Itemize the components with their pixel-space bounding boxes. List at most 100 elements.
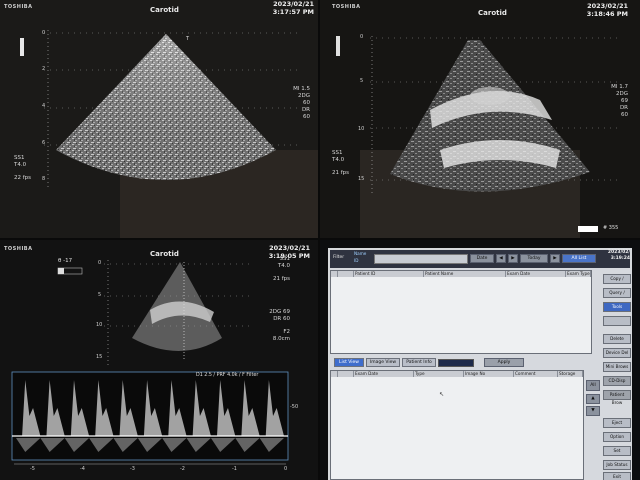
param: SS1 (332, 150, 343, 156)
column-header[interactable] (338, 371, 354, 377)
date: 2023/02/21 (587, 2, 628, 10)
tab-patient-info[interactable]: Patient Info (402, 358, 436, 367)
param: T4.0 (14, 162, 27, 168)
time-tick: -5 (30, 466, 35, 472)
id-radio[interactable]: ID (354, 258, 358, 263)
side-button-query[interactable]: Query / (603, 288, 631, 298)
param: 2DG (298, 93, 310, 99)
column-header[interactable] (331, 371, 338, 377)
side-button-eject[interactable]: Eject (603, 418, 631, 428)
param: MI 1.5 (293, 86, 310, 92)
imaging-params-left: SS1 T4.0 22 fps (14, 155, 31, 182)
column-header[interactable]: Exam Type (566, 271, 591, 277)
depth-tick: 6 (42, 140, 46, 146)
column-header[interactable]: Image No (464, 371, 514, 377)
today-button[interactable]: Today (520, 254, 548, 263)
column-header[interactable]: Storage (558, 371, 583, 377)
time: 3:18:46 PM (586, 10, 628, 18)
date: 2023/02/21 (269, 244, 310, 252)
preset-title: Carotid (150, 6, 179, 14)
time-tick: -1 (232, 466, 237, 472)
scroll-down-button[interactable]: ▼ (586, 406, 600, 416)
column-header[interactable]: Exam Date (354, 371, 414, 377)
imaging-params-right: SS1 T4.0 21 fps 2DG 69 DR 60 F2 8.0cm (269, 256, 290, 343)
side-button-set[interactable]: Set (603, 446, 631, 456)
column-header[interactable]: Type (414, 371, 464, 377)
patient-list-table[interactable]: Patient ID Patient Name Exam Date Exam T… (330, 270, 592, 354)
depth-tick: 5 (360, 78, 364, 84)
apply-button[interactable]: Apply (484, 358, 524, 367)
side-button-job-status[interactable]: Job Status (603, 460, 631, 470)
all-button[interactable]: All (586, 380, 600, 391)
scroll-up-button[interactable]: ▲ (586, 394, 600, 404)
param: F2 (283, 329, 290, 335)
imaging-params-right: MI 1.7 2DG 69 DR 60 (611, 84, 628, 119)
date: 2023/02/21 (273, 0, 314, 8)
time: 3:17:57 PM (272, 8, 314, 16)
side-button-tools[interactable]: Tools (603, 302, 631, 312)
column-header[interactable]: Patient Name (424, 271, 506, 277)
brand-label: TOSHIBA (332, 4, 361, 10)
depth-tick: 0 (98, 260, 102, 266)
doppler-label: D1 2.5 / PRF 4.0k / F Filter (196, 373, 259, 378)
preset-title: Carotid (478, 9, 507, 17)
forward-button[interactable]: ▶ (550, 254, 560, 263)
side-button-patient-browse[interactable]: Patient Brow (603, 390, 631, 405)
tab-list-view[interactable]: List View (334, 358, 364, 367)
param: 21 fps (272, 276, 290, 282)
next-button[interactable]: ▶ (508, 254, 518, 263)
depth-tick: 10 (96, 322, 103, 328)
param: SS1 (279, 256, 290, 262)
sector-image-1: T (0, 0, 318, 238)
column-header[interactable]: Patient ID (354, 271, 424, 277)
brand-label: TOSHIBA (4, 4, 33, 10)
filter-bar: Filter Name ID Date ◀ ▶ Today ▶ All List… (330, 250, 630, 268)
ultrasound-panel-1: T TOSHIBA Carotid 2023/02/21 3:17:57 PM … (0, 0, 318, 238)
name-radio[interactable]: Name (354, 251, 366, 256)
filter-input[interactable] (374, 254, 468, 264)
side-button-blank[interactable] (603, 316, 631, 326)
tab-image-view[interactable]: Image View (366, 358, 400, 367)
side-button-copy[interactable]: Copy / (603, 274, 631, 284)
side-button-device-del[interactable]: Device Del (603, 348, 631, 358)
time-tick: -4 (80, 466, 85, 472)
side-button-cd-disp[interactable]: CD-Disp (603, 376, 631, 386)
param: 60 (303, 100, 310, 106)
patient-browser-window: Filter Name ID Date ◀ ▶ Today ▶ All List… (328, 248, 632, 480)
param: 60 (303, 114, 310, 120)
param: 60 (621, 112, 628, 118)
date-button[interactable]: Date (470, 254, 494, 263)
imaging-params-left: SS1 T4.0 21 fps (332, 150, 349, 177)
imaging-params-right: MI 1.5 2DG 60 DR 60 (293, 86, 310, 121)
prev-button[interactable]: ◀ (496, 254, 506, 263)
all-list-button[interactable]: All List (562, 254, 596, 263)
side-button-mini-browse[interactable]: Mini Brows (603, 362, 631, 372)
clock-time: 3:19:24 (610, 256, 630, 261)
velocity-tick: -50 (290, 404, 299, 410)
param: T4.0 (277, 263, 290, 269)
image-list-table[interactable]: Exam Date Type Image No Comment Storage … (330, 370, 584, 480)
depth-tick: 0 (42, 30, 46, 36)
depth-tick: 5 (98, 292, 102, 298)
filter-label: Filter (333, 255, 345, 260)
column-header[interactable] (331, 271, 338, 277)
depth-tick: 15 (358, 176, 365, 182)
column-header[interactable] (338, 271, 354, 277)
time-tick: -3 (130, 466, 135, 472)
angle-label: θ -17 (58, 258, 73, 264)
side-button-delete[interactable]: Delete (603, 334, 631, 344)
datetime: 2023/02/21 3:17:57 PM (273, 0, 314, 16)
column-header[interactable]: Exam Date (506, 271, 566, 277)
ultrasound-panel-3: TOSHIBA Carotid 2023/02/21 3:19:05 PM θ … (0, 240, 318, 480)
column-header[interactable]: Comment (514, 371, 558, 377)
mouse-cursor-icon: ↖ (439, 391, 445, 398)
param: 2DG (616, 91, 628, 97)
side-button-exit[interactable]: Exit (603, 472, 631, 480)
param: MI 1.7 (611, 84, 628, 90)
side-button-option[interactable]: Option (603, 432, 631, 442)
patient-browser-panel: Filter Name ID Date ◀ ▶ Today ▶ All List… (320, 240, 640, 480)
param: T4.0 (332, 157, 345, 163)
param: DR 60 (273, 316, 290, 322)
time-tick: -2 (180, 466, 185, 472)
sector-image-2 (320, 0, 640, 238)
